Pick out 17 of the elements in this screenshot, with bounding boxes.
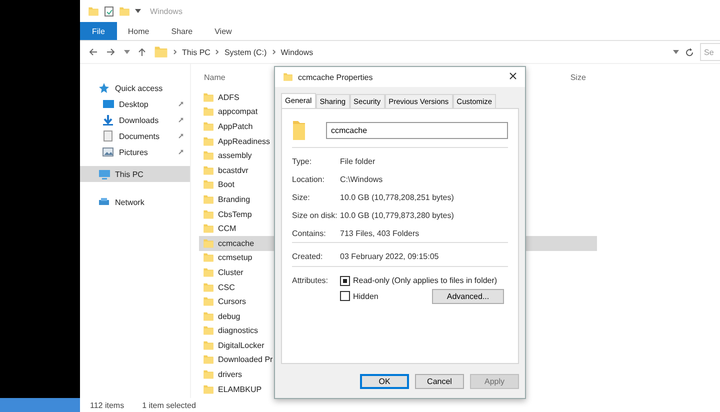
- property-label: Size:: [292, 192, 311, 202]
- property-value: 713 Files, 403 Folders: [340, 228, 420, 238]
- property-label: Attributes:: [292, 276, 330, 287]
- item-count: 112 items: [90, 400, 124, 410]
- property-value: 03 February 2022, 09:15:05: [340, 252, 439, 262]
- property-label: Type:: [292, 157, 313, 166]
- property-value: File folder: [340, 157, 376, 166]
- property-value: 10.0 GB (10,778,208,251 bytes): [340, 192, 454, 202]
- selection-count: 1 item selected: [142, 400, 196, 410]
- property-label: Location:: [292, 175, 326, 184]
- dialog-title: ccmcache Properties: [298, 72, 374, 82]
- window-title: Windows: [150, 6, 182, 16]
- property-value: 10.0 GB (10,779,873,280 bytes): [340, 210, 454, 220]
- property-label: Created:: [292, 252, 324, 262]
- property-label: Size on disk:: [292, 210, 338, 220]
- property-value: C:\Windows: [340, 175, 383, 184]
- property-label: Contains:: [292, 228, 327, 238]
